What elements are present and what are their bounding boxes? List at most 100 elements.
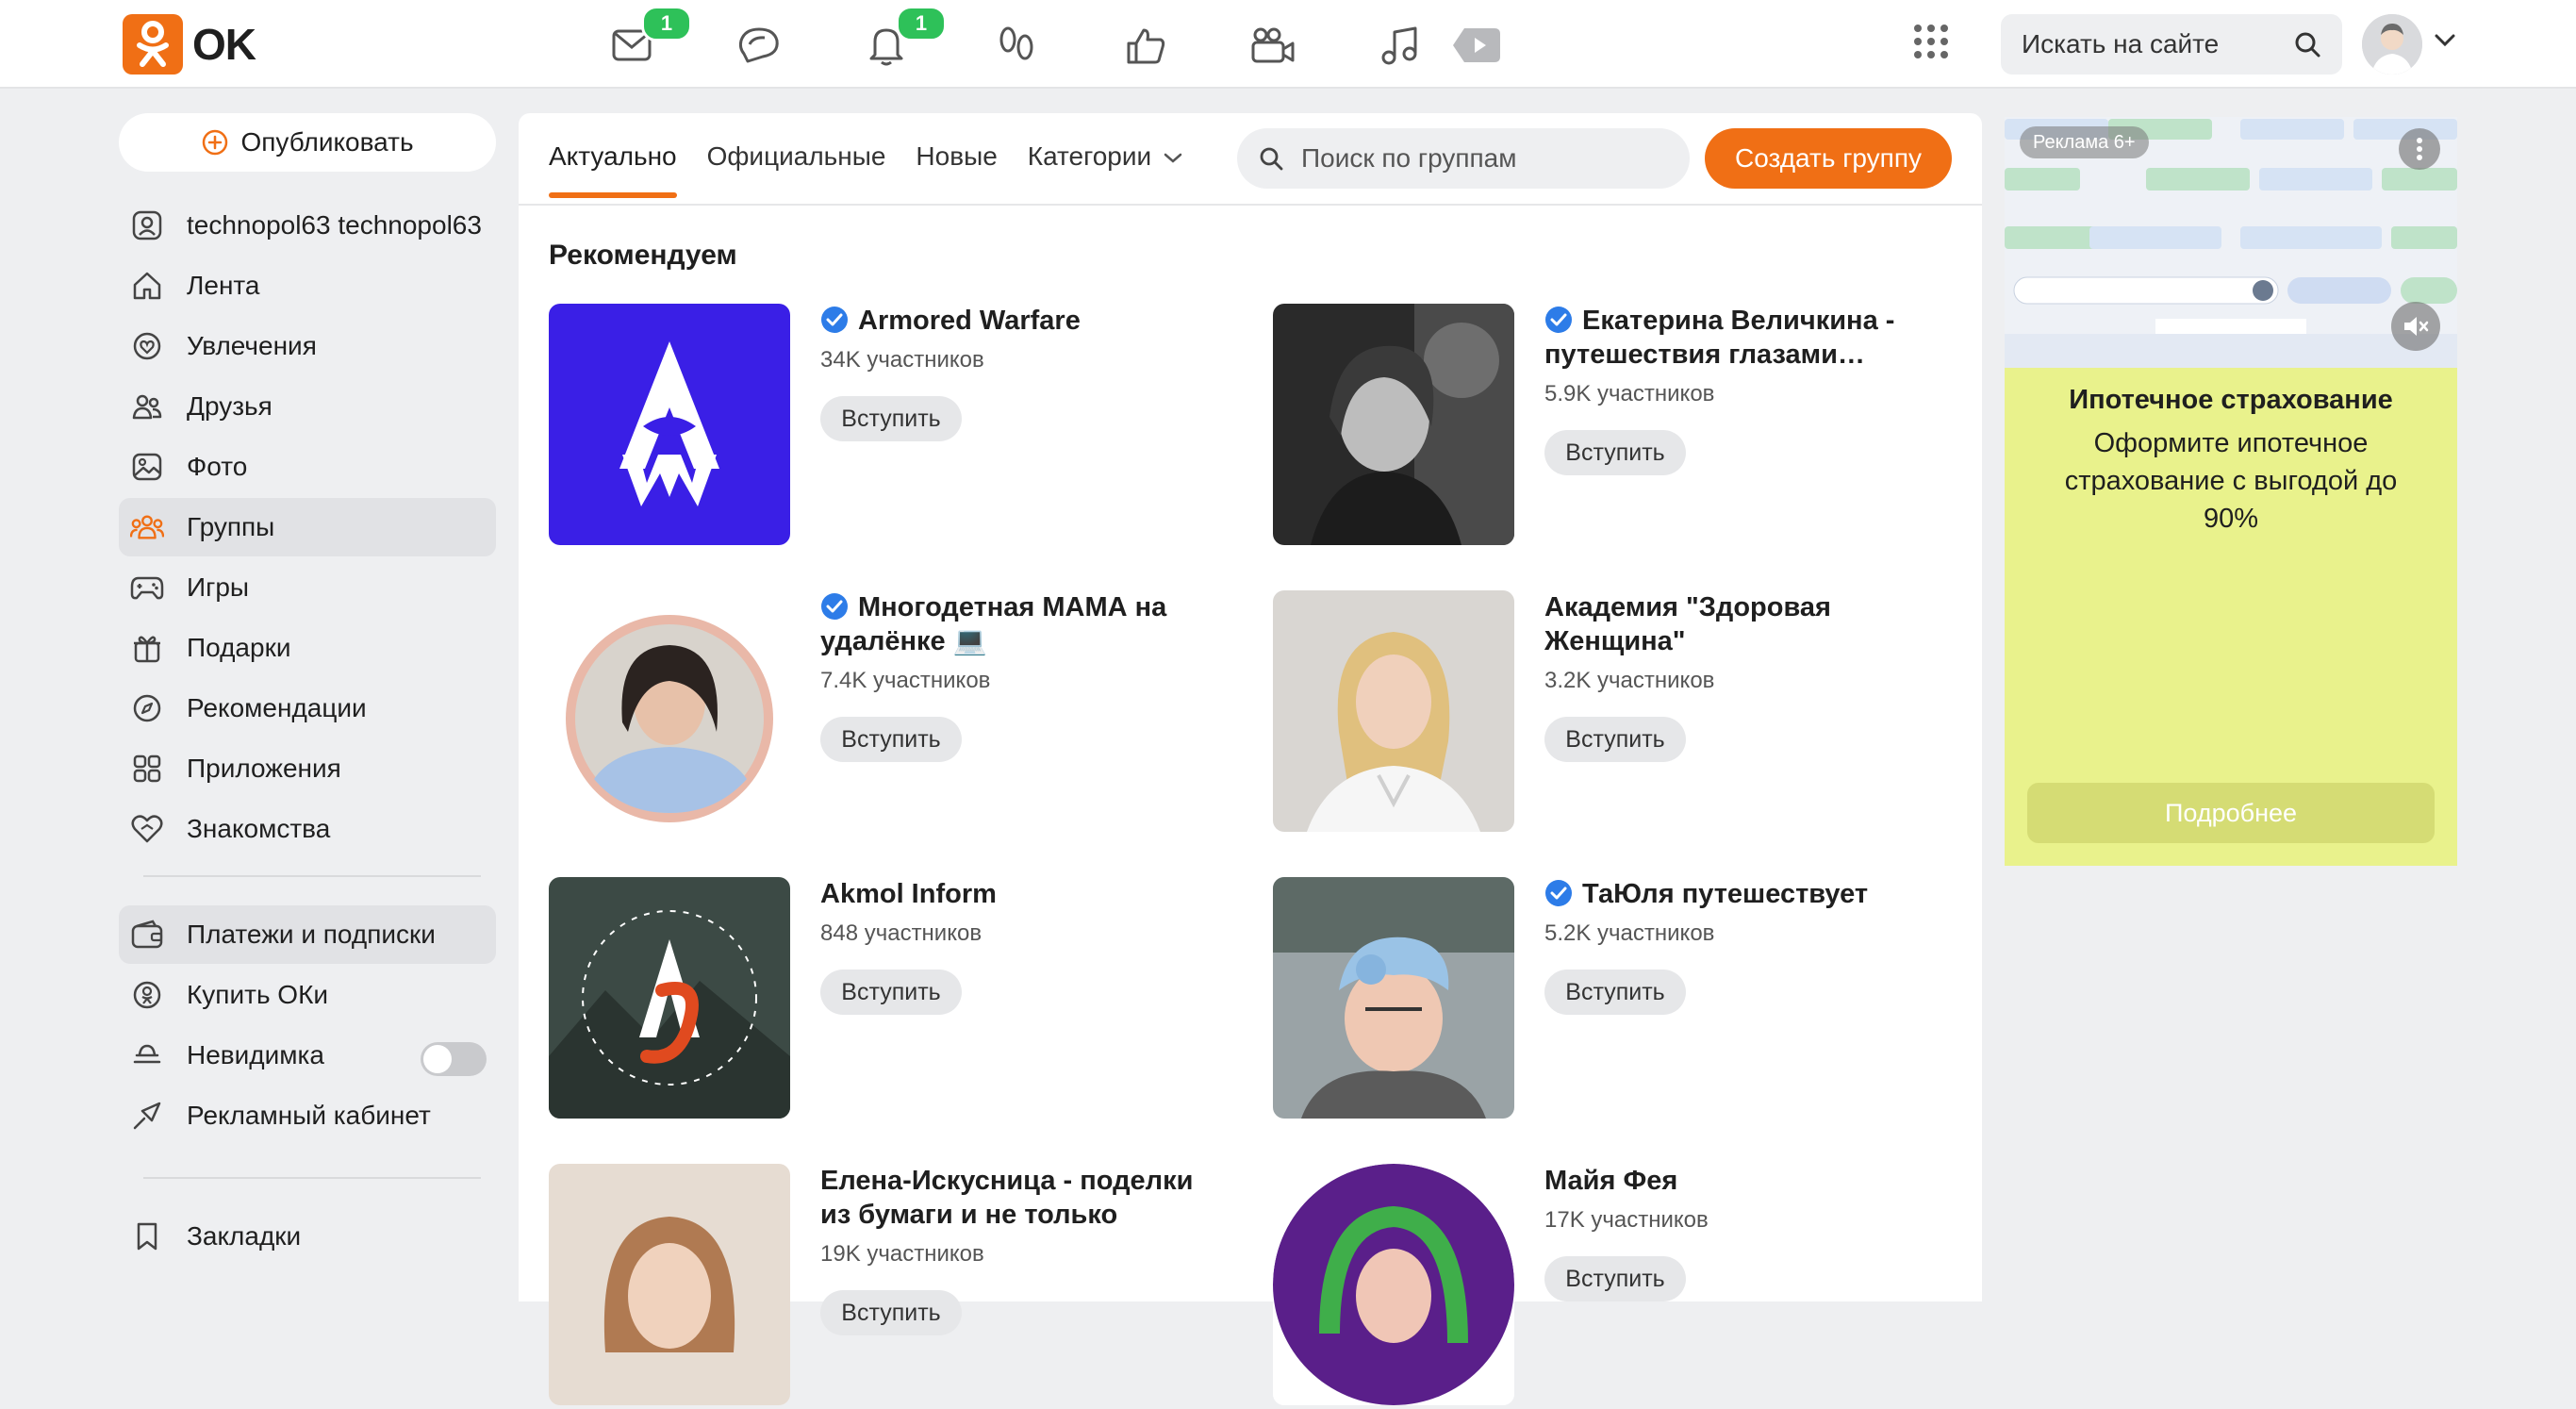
group-name[interactable]: Многодетная МАМА на удалёнке 💻 (820, 590, 1216, 658)
ad-text: Оформите ипотечное страхование с выгодой… (2064, 428, 2398, 534)
sidebar-divider (143, 875, 481, 877)
discussions-button[interactable] (731, 17, 787, 74)
group-name[interactable]: Академия "Здоровая Женщина" (1544, 590, 1940, 658)
sidebar-item-label: Рекомендации (187, 693, 367, 722)
publish-button[interactable]: Опубликовать (119, 113, 496, 172)
group-members: 5.9K участников (1544, 381, 1715, 406)
apps-icon (130, 752, 164, 786)
verified-badge-icon (1544, 879, 1573, 907)
user-avatar[interactable] (2362, 14, 2422, 75)
wallet-icon (130, 918, 164, 952)
music-note-icon (1381, 26, 1417, 65)
join-button[interactable]: Вступить (1544, 970, 1686, 1015)
apps-grid-icon[interactable] (1912, 23, 1950, 65)
group-card: Akmol Inform 848 участников Вступить (549, 877, 1228, 1122)
sidebar-item-label: Игры (187, 572, 250, 602)
sidebar-item-gifts[interactable]: Подарки (119, 619, 496, 677)
tab-actual[interactable]: Актуально (549, 141, 677, 198)
join-button[interactable]: Вступить (820, 717, 962, 762)
sidebar-item-bookmarks[interactable]: Закладки (119, 1207, 496, 1266)
join-button[interactable]: Вступить (1544, 1256, 1686, 1301)
group-avatar[interactable] (549, 1164, 790, 1405)
tab-categories-label: Категории (1027, 141, 1152, 171)
mute-icon[interactable] (2391, 302, 2440, 351)
sidebar-item-buy-oks[interactable]: Купить ОКи (119, 966, 496, 1024)
group-avatar[interactable] (549, 304, 790, 545)
group-members: 17K участников (1544, 1207, 1709, 1233)
group-avatar[interactable] (1273, 304, 1514, 545)
group-avatar[interactable] (549, 877, 790, 1119)
groups-icon (130, 510, 164, 544)
join-button[interactable]: Вступить (1544, 717, 1686, 762)
guests-button[interactable] (988, 17, 1045, 74)
group-name[interactable]: Елена-Искусница - поделки из бумаги и не… (820, 1164, 1216, 1232)
ad-banner-image[interactable]: Реклама 6+ (2005, 117, 2457, 368)
group-avatar[interactable] (549, 590, 790, 832)
create-group-button[interactable]: Создать группу (1705, 128, 1952, 189)
group-name-text: Akmol Inform (820, 879, 997, 909)
tab-new[interactable]: Новые (916, 141, 997, 172)
sidebar-item-games[interactable]: Игры (119, 558, 496, 617)
group-search-input[interactable]: Поиск по группам (1237, 128, 1690, 189)
search-icon[interactable] (2293, 30, 2321, 58)
group-avatar[interactable] (1273, 1164, 1514, 1405)
sidebar-item-label: Подарки (187, 633, 291, 662)
group-name[interactable]: Майя Фея (1544, 1164, 1940, 1198)
hobby-icon (130, 329, 164, 363)
group-avatar[interactable] (1273, 590, 1514, 832)
video-button[interactable] (1245, 17, 1301, 74)
notifications-badge: 1 (896, 6, 947, 41)
sidebar-item-label: Друзья (187, 391, 272, 421)
site-search-input[interactable]: Искать на сайте (2001, 14, 2342, 75)
music-button[interactable] (1372, 17, 1428, 74)
footprints-icon (999, 26, 1033, 60)
join-button[interactable]: Вступить (820, 970, 962, 1015)
sidebar-item-label: technopol63 technopol63 (187, 210, 482, 240)
messages-badge: 1 (641, 6, 692, 41)
video-showcase-button[interactable] (1447, 17, 1504, 74)
gamepad-icon (130, 571, 164, 605)
messages-button[interactable]: 1 (603, 6, 692, 74)
notifications-button[interactable]: 1 (858, 6, 947, 74)
group-members: 19K участников (820, 1241, 984, 1267)
invisible-toggle[interactable] (421, 1042, 487, 1076)
ad-body[interactable]: Ипотечное страхование Оформите ипотечное… (2005, 368, 2457, 866)
sidebar-item-apps[interactable]: Приложения (119, 739, 496, 798)
group-name[interactable]: Armored Warfare (820, 304, 1216, 338)
sidebar-item-photos[interactable]: Фото (119, 438, 496, 496)
group-members: 7.4K участников (820, 668, 991, 693)
sidebar-item-profile[interactable]: technopol63 technopol63 (119, 196, 496, 255)
group-name[interactable]: Екатерина Величкина - путешествия глазам… (1544, 304, 1940, 372)
group-card: Елена-Искусница - поделки из бумаги и не… (549, 1164, 1228, 1409)
join-button[interactable]: Вступить (820, 396, 962, 441)
sidebar-item-recommendations[interactable]: Рекомендации (119, 679, 496, 738)
sidebar-item-hobbies[interactable]: Увлечения (119, 317, 496, 375)
more-options-icon[interactable] (2399, 128, 2440, 170)
ad-block[interactable]: Реклама 6+ Ипотечное страхование Оформит… (2005, 117, 2457, 866)
chat-bubbles-icon (738, 27, 779, 63)
tab-official[interactable]: Официальные (707, 141, 886, 172)
group-name[interactable]: ТаЮля путешествует (1544, 877, 1940, 911)
sidebar-item-feed[interactable]: Лента (119, 257, 496, 315)
sidebar-item-friends[interactable]: Друзья (119, 377, 496, 436)
sidebar-item-dating[interactable]: Знакомства (119, 800, 496, 858)
chevron-down-icon[interactable] (2435, 34, 2455, 52)
ad-details-button[interactable]: Подробнее (2027, 783, 2435, 843)
group-card: Академия "Здоровая Женщина" 3.2K участни… (1273, 590, 1952, 836)
sidebar-item-label: Купить ОКи (187, 980, 329, 1009)
likes-button[interactable] (1117, 17, 1174, 74)
group-search-placeholder: Поиск по группам (1301, 143, 1517, 173)
logo-text: OK (192, 20, 256, 69)
sidebar-item-payments[interactable]: Платежи и подписки (119, 905, 496, 964)
join-button[interactable]: Вступить (1544, 430, 1686, 475)
publish-label: Опубликовать (240, 127, 414, 157)
group-name[interactable]: Akmol Inform (820, 877, 1216, 911)
sidebar-item-ad-cabinet[interactable]: Рекламный кабинет (119, 1086, 496, 1145)
group-name-text: Armored Warfare (858, 306, 1081, 336)
sidebar-item-groups[interactable]: Группы (119, 498, 496, 556)
group-avatar[interactable] (1273, 877, 1514, 1119)
ok-logo[interactable]: OK (123, 14, 256, 75)
join-button[interactable]: Вступить (820, 1290, 962, 1335)
tab-categories[interactable]: Категории (1028, 141, 1183, 172)
group-card: Екатерина Величкина - путешествия глазам… (1273, 304, 1952, 549)
